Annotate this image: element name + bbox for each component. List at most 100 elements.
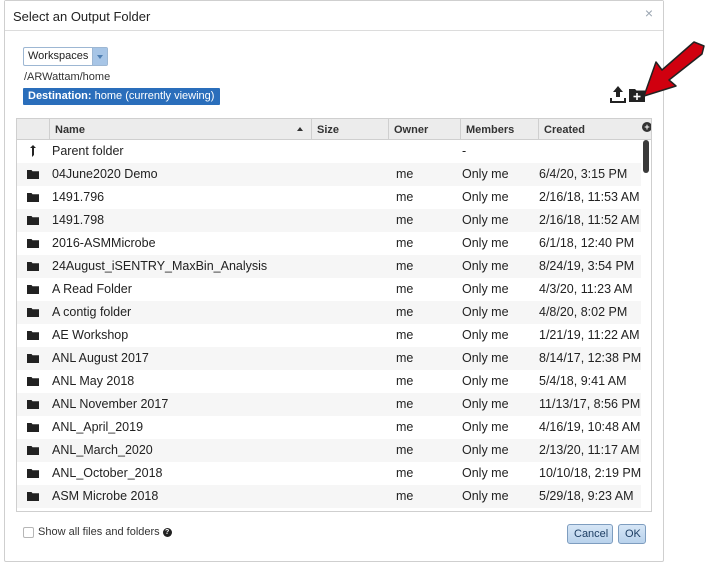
folder-icon <box>27 255 41 278</box>
folder-icon <box>27 462 41 485</box>
upload-icon[interactable] <box>610 85 626 103</box>
row-created: 11/13/17, 8:56 PM <box>539 397 641 411</box>
table-row[interactable]: A Read Folder me Only me 4/3/20, 11:23 AM <box>17 278 641 301</box>
help-icon[interactable]: ? <box>162 527 172 537</box>
folder-icon <box>27 485 41 508</box>
table-row[interactable]: 1491.798 me Only me 2/16/18, 11:52 AM <box>17 209 641 232</box>
row-name: ANL_April_2019 <box>52 420 144 434</box>
row-members: Only me <box>462 190 509 204</box>
table-row[interactable]: ANL August 2017 me Only me 8/14/17, 12:38 P… <box>17 347 641 370</box>
row-owner: me <box>396 443 414 457</box>
table-row[interactable]: 2016-ASMMicrobe me Only me 6/1/18, 12:40 PM <box>17 232 641 255</box>
row-owner: me <box>396 259 414 273</box>
row-name: ANL August 2017 <box>52 351 149 365</box>
table-row[interactable]: AE Workshop me Only me 1/21/19, 11:22 AM <box>17 324 641 347</box>
parent-folder-row[interactable]: Parent folder - <box>17 140 641 163</box>
folder-icon <box>27 347 41 370</box>
row-owner: me <box>396 466 414 480</box>
add-column-icon[interactable]: + <box>642 122 651 132</box>
grid-header: Name Size Owner Members Created + <box>17 119 651 140</box>
table-row[interactable]: ANL May 2018 me Only me 5/4/18, 9:41 AM <box>17 370 641 393</box>
row-name: Parent folder <box>52 144 124 158</box>
grid-scrollbar[interactable] <box>642 140 651 511</box>
row-name: ANL May 2018 <box>52 374 135 388</box>
show-all-checkbox[interactable] <box>23 526 34 538</box>
table-row[interactable]: ANL_March_2020 me Only me 2/13/20, 11:17 AM <box>17 439 641 462</box>
row-created: 2/16/18, 11:52 AM <box>539 213 640 227</box>
row-name: ANL_March_2020 <box>52 443 153 457</box>
show-all-label: Show all files and folders <box>38 526 160 538</box>
ok-button[interactable]: OK <box>618 524 646 544</box>
row-owner: me <box>396 397 414 411</box>
dialog-titlebar: Select an Output Folder × <box>5 1 663 31</box>
cancel-button[interactable]: Cancel <box>567 524 613 544</box>
row-members: Only me <box>462 167 509 181</box>
header-created[interactable]: Created <box>539 119 642 140</box>
folder-icon <box>27 370 41 393</box>
row-members: Only me <box>462 489 509 503</box>
table-row[interactable]: ANL November 2017 me Only me 11/13/17, 8:56… <box>17 393 641 416</box>
workspace-select[interactable]: Workspaces <box>23 47 109 66</box>
header-name[interactable]: Name <box>50 119 312 140</box>
row-created: 8/24/19, 3:54 PM <box>539 259 635 273</box>
table-row[interactable]: ANL_April_2019 me Only me 4/16/19, 10:48 AM <box>17 416 641 439</box>
header-size[interactable]: Size <box>312 119 389 140</box>
header-owner[interactable]: Owner <box>389 119 461 140</box>
row-members: Only me <box>462 305 509 319</box>
annotation-arrow-icon <box>643 41 705 97</box>
row-owner: me <box>396 167 414 181</box>
table-row[interactable]: 1491.796 me Only me 2/16/18, 11:53 AM <box>17 186 641 209</box>
row-name: A Read Folder <box>52 282 132 296</box>
row-owner: me <box>396 374 414 388</box>
row-owner <box>396 140 456 163</box>
row-members: Only me <box>462 236 509 250</box>
row-name: ANL_October_2018 <box>52 466 163 480</box>
row-owner: me <box>396 328 414 342</box>
row-members: Only me <box>462 443 509 457</box>
table-row[interactable]: 24August_iSENTRY_MaxBin_Analysis me Only m… <box>17 255 641 278</box>
folder-grid: Name Size Owner Members Created + Parent… <box>16 118 652 512</box>
parent-arrow-icon <box>27 140 41 163</box>
row-name: A contig folder <box>52 305 132 319</box>
scrollbar-thumb[interactable] <box>643 140 649 173</box>
row-name: ASM Microbe 2018 <box>52 489 159 503</box>
row-created: 4/8/20, 8:02 PM <box>539 305 628 319</box>
row-members: Only me <box>462 213 509 227</box>
folder-icon <box>27 301 41 324</box>
row-owner: me <box>396 420 414 434</box>
row-members: Only me <box>462 351 509 365</box>
row-members: Only me <box>462 374 509 388</box>
row-members: Only me <box>462 259 509 273</box>
close-icon[interactable]: × <box>645 5 653 21</box>
header-members[interactable]: Members <box>461 119 539 140</box>
row-owner: me <box>396 282 414 296</box>
table-row[interactable]: ANL_October_2018 me Only me 10/10/18, 2:19 … <box>17 462 641 485</box>
table-row[interactable]: 04June2020 Demo me Only me 6/4/20, 3:15 PM <box>17 163 641 186</box>
row-created: 5/29/18, 9:23 AM <box>539 489 634 503</box>
row-members: Only me <box>462 328 509 342</box>
destination-value: home (currently viewing) <box>94 90 215 102</box>
row-name: 04June2020 Demo <box>52 167 158 181</box>
table-row[interactable]: ASM Microbe 2018 me Only me 5/29/18, 9:23 A… <box>17 485 641 508</box>
folder-icon <box>27 232 41 255</box>
row-owner: me <box>396 213 414 227</box>
row-name: AE Workshop <box>52 328 129 342</box>
header-icon-column <box>17 119 50 140</box>
folder-icon <box>27 439 41 462</box>
folder-icon <box>27 163 41 186</box>
folder-icon <box>27 278 41 301</box>
output-folder-dialog: Select an Output Folder × Workspaces /AR… <box>4 0 664 562</box>
destination-badge: Destination: home (currently viewing) <box>23 88 221 105</box>
row-owner: me <box>396 236 414 250</box>
row-owner: me <box>396 351 414 365</box>
row-name: 2016-ASMMicrobe <box>52 236 156 250</box>
row-owner: me <box>396 305 414 319</box>
row-members: Only me <box>462 397 509 411</box>
chevron-down-icon[interactable] <box>92 48 108 65</box>
table-row[interactable]: A contig folder me Only me 4/8/20, 8:02 PM <box>17 301 641 324</box>
row-created: 4/3/20, 11:23 AM <box>539 282 633 296</box>
row-created: 5/4/18, 9:41 AM <box>539 374 627 388</box>
show-all-option: Show all files and folders ? <box>23 526 172 538</box>
row-name: 1491.796 <box>52 190 105 204</box>
row-owner: me <box>396 489 414 503</box>
